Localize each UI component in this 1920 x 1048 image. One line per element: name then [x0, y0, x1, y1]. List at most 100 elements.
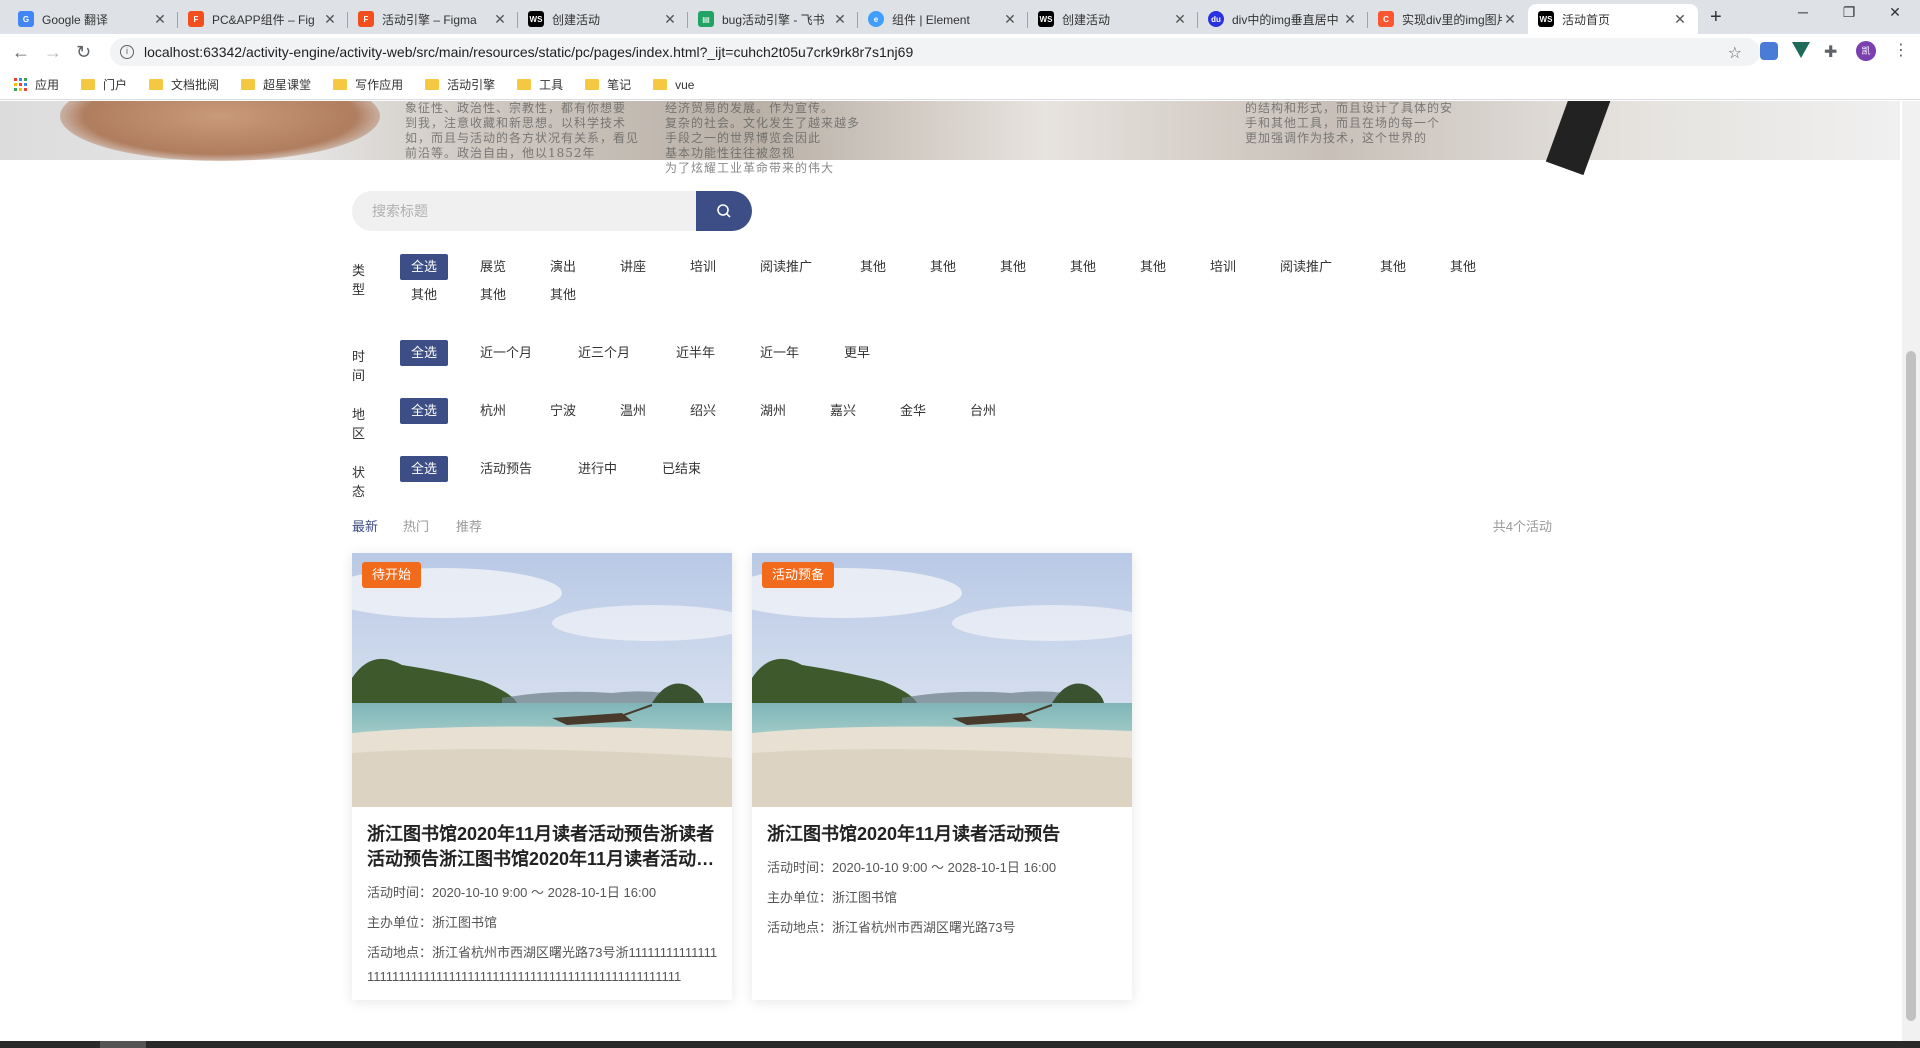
vue-devtools-icon[interactable]	[1792, 42, 1810, 58]
restore-icon[interactable]: ❐	[1826, 4, 1872, 21]
filter-option[interactable]: 台州	[959, 398, 1007, 424]
scrollbar-thumb[interactable]	[1906, 351, 1916, 1021]
close-icon[interactable]: ✕	[1002, 11, 1018, 28]
back-arrow-icon[interactable]: ←	[12, 42, 30, 63]
browser-tab[interactable]: ▤ bug活动引擎 - 飞书 ✕	[688, 4, 858, 34]
filter-option[interactable]: 活动预告	[469, 456, 543, 482]
activity-card[interactable]: 活动预备 浙江图书馆2020年11月读者活动预告 活动时间：2020-10-10…	[752, 553, 1132, 1000]
bookmark-folder[interactable]: 门户	[81, 76, 127, 93]
profile-avatar[interactable]: 凯	[1856, 41, 1876, 61]
filter-option[interactable]: 绍兴	[679, 398, 727, 424]
filter-option[interactable]: 其他	[539, 282, 587, 308]
folder-icon	[585, 79, 600, 90]
activity-title[interactable]: 浙江图书馆2020年11月读者活动预告	[767, 822, 1119, 847]
filter-option[interactable]: 湖州	[749, 398, 797, 424]
close-icon[interactable]: ✕	[1502, 11, 1518, 28]
tab-title: 创建活动	[552, 12, 601, 27]
bookmark-apps[interactable]: 应用	[14, 76, 59, 93]
filter-option[interactable]: 近一年	[749, 340, 810, 366]
filter-option[interactable]: 展览	[469, 254, 517, 280]
filter-option-all[interactable]: 全选	[400, 398, 449, 424]
filter-option[interactable]: 演出	[539, 254, 587, 280]
filter-option[interactable]: 进行中	[567, 456, 628, 482]
filter-option[interactable]: 讲座	[609, 254, 657, 280]
filter-option[interactable]: 其他	[1369, 254, 1417, 280]
activity-image[interactable]: 待开始	[352, 553, 732, 807]
filter-option[interactable]: 其他	[1439, 254, 1487, 280]
filter-option-all[interactable]: 全选	[400, 254, 449, 280]
browser-tab-active[interactable]: WS 活动首页 ✕	[1528, 4, 1698, 34]
filter-option[interactable]: 近半年	[665, 340, 726, 366]
search-button[interactable]	[696, 191, 752, 231]
filter-option[interactable]: 近一个月	[469, 340, 543, 366]
browser-tab[interactable]: du div中的img垂直居中 ✕	[1198, 4, 1368, 34]
close-icon[interactable]: ✕	[832, 11, 848, 28]
filter-option[interactable]: 嘉兴	[819, 398, 867, 424]
window-close-icon[interactable]: ✕	[1872, 4, 1918, 21]
forward-arrow-icon[interactable]: →	[44, 42, 62, 63]
minimize-icon[interactable]: ─	[1780, 4, 1826, 20]
bookmark-folder[interactable]: 工具	[517, 76, 563, 93]
filter-option-all[interactable]: 全选	[400, 340, 449, 366]
filter-option[interactable]: 温州	[609, 398, 657, 424]
close-icon[interactable]: ✕	[322, 11, 338, 28]
activity-card[interactable]: 待开始 浙江图书馆2020年11月读者活动预告浙读者活动预告浙江图书馆2020年…	[352, 553, 732, 1000]
bookmark-folder[interactable]: 活动引擎	[425, 76, 495, 93]
bookmark-folder[interactable]: 写作应用	[333, 76, 403, 93]
filter-option[interactable]: 阅读推广	[749, 254, 823, 280]
browser-tab[interactable]: G Google 翻译 ✕	[8, 4, 178, 34]
browser-tab[interactable]: F 活动引擎 – Figma ✕	[348, 4, 518, 34]
bookmark-folder[interactable]: 笔记	[585, 76, 631, 93]
new-tab-button[interactable]: +	[1710, 6, 1722, 29]
sort-latest[interactable]: 最新	[352, 516, 378, 535]
filter-option[interactable]: 培训	[1199, 254, 1247, 280]
filter-option[interactable]: 杭州	[469, 398, 517, 424]
info-icon[interactable]: i	[120, 45, 134, 59]
browser-tab[interactable]: WS 创建活动 ✕	[1028, 4, 1198, 34]
close-icon[interactable]: ✕	[1342, 11, 1358, 28]
filter-option-all[interactable]: 全选	[400, 456, 449, 482]
sort-recommended[interactable]: 推荐	[456, 516, 482, 535]
bookmark-star-icon[interactable]: ☆	[1728, 43, 1742, 63]
filter-option[interactable]: 已结束	[651, 456, 712, 482]
filter-option[interactable]: 其他	[400, 282, 448, 308]
reload-icon[interactable]: ↻	[76, 42, 91, 63]
filter-option[interactable]: 其他	[849, 254, 897, 280]
close-icon[interactable]: ✕	[662, 11, 678, 28]
search-input[interactable]	[352, 191, 700, 231]
close-icon[interactable]: ✕	[1172, 11, 1188, 28]
translate-extension-icon[interactable]	[1760, 42, 1778, 60]
beach-photo	[352, 553, 732, 807]
filter-option[interactable]: 更早	[833, 340, 881, 366]
address-bar[interactable]: i localhost:63342/activity-engine/activi…	[110, 38, 1760, 66]
menu-dots-icon[interactable]: ⋮	[1893, 40, 1909, 60]
apps-grid-icon	[14, 78, 27, 91]
filter-option[interactable]: 阅读推广	[1269, 254, 1343, 280]
close-icon[interactable]: ✕	[152, 11, 168, 28]
close-icon[interactable]: ✕	[1672, 11, 1688, 28]
filter-option[interactable]: 宁波	[539, 398, 587, 424]
filter-option[interactable]: 其他	[469, 282, 517, 308]
bookmark-folder[interactable]: 文档批阅	[149, 76, 219, 93]
filter-option[interactable]: 其他	[989, 254, 1037, 280]
browser-tab[interactable]: e 组件 | Element ✕	[858, 4, 1028, 34]
browser-tab[interactable]: F PC&APP组件 – Fig ✕	[178, 4, 348, 34]
activity-title[interactable]: 浙江图书馆2020年11月读者活动预告浙读者活动预告浙江图书馆2020年11月读…	[367, 822, 719, 872]
csdn-icon: C	[1378, 11, 1394, 27]
sort-hot[interactable]: 热门	[403, 516, 429, 535]
extensions-puzzle-icon[interactable]: ✚	[1824, 42, 1837, 62]
filter-option[interactable]: 其他	[919, 254, 967, 280]
browser-tab[interactable]: WS 创建活动 ✕	[518, 4, 688, 34]
browser-tab[interactable]: C 实现div里的img图片 ✕	[1368, 4, 1528, 34]
close-icon[interactable]: ✕	[492, 11, 508, 28]
activity-image[interactable]: 活动预备	[752, 553, 1132, 807]
url-text[interactable]: localhost:63342/activity-engine/activity…	[144, 44, 913, 60]
page-scrollbar[interactable]	[1902, 101, 1920, 1041]
bookmark-folder[interactable]: 超星课堂	[241, 76, 311, 93]
filter-option[interactable]: 近三个月	[567, 340, 641, 366]
filter-option[interactable]: 金华	[889, 398, 937, 424]
bookmark-folder[interactable]: vue	[653, 78, 694, 92]
filter-option[interactable]: 其他	[1129, 254, 1177, 280]
filter-option[interactable]: 其他	[1059, 254, 1107, 280]
filter-option[interactable]: 培训	[679, 254, 727, 280]
